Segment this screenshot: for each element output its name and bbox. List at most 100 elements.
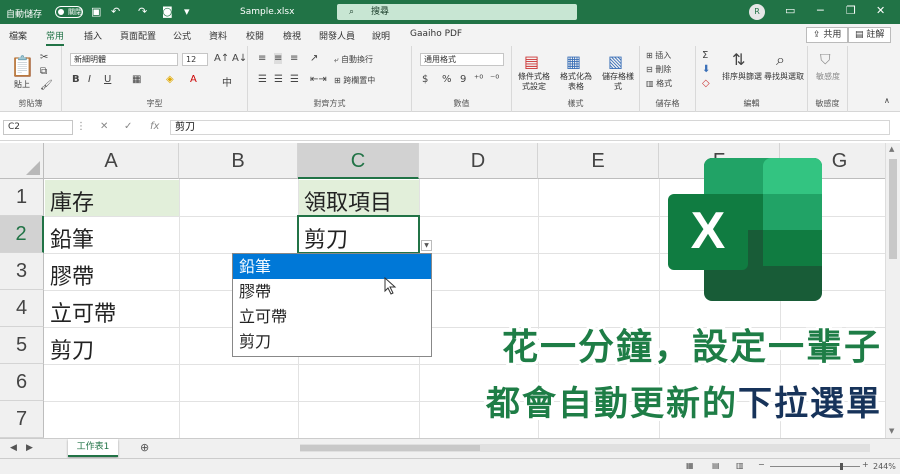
name-box[interactable]: C2 <box>3 120 73 135</box>
row-header-5[interactable]: 5 <box>0 327 44 364</box>
font-size-select[interactable]: 12 <box>182 53 208 66</box>
horizontal-scrollbar[interactable] <box>300 444 870 452</box>
paste-icon[interactable]: 📋 <box>10 54 35 78</box>
wrap-text-button[interactable]: ⤶ 自動換行 <box>334 54 373 65</box>
tab-page-layout[interactable]: 頁面配置 <box>120 29 156 42</box>
select-all-button[interactable] <box>0 143 44 179</box>
format-cells-button[interactable]: ▥ 格式 <box>646 78 672 89</box>
tab-insert[interactable]: 插入 <box>84 29 102 42</box>
collapse-ribbon-icon[interactable]: ∧ <box>884 96 890 105</box>
align-right-icon[interactable]: ☰ <box>290 74 299 85</box>
sheet-tab[interactable]: 工作表1 <box>68 439 118 457</box>
scroll-down-icon[interactable]: ▼ <box>889 427 894 435</box>
sensitivity-button-label[interactable]: 敏感度 <box>810 72 846 82</box>
number-format-select[interactable]: 通用格式 <box>420 53 504 66</box>
indent-icon[interactable]: ⇤⇥ <box>310 74 327 85</box>
tab-help[interactable]: 說明 <box>372 29 390 42</box>
autosum-icon[interactable]: Σ <box>702 50 708 61</box>
dropdown-option[interactable]: 膠帶 <box>233 279 431 304</box>
zoom-out-icon[interactable]: − <box>758 460 765 469</box>
fill-icon[interactable]: ⬇ <box>702 64 710 75</box>
font-name-select[interactable]: 新細明體 <box>70 53 178 66</box>
zoom-slider[interactable] <box>770 463 860 470</box>
percent-button[interactable]: % <box>442 74 452 85</box>
find-select-icon[interactable]: ⌕ <box>776 50 785 70</box>
insert-function-button[interactable]: fx <box>150 121 159 132</box>
camera-icon[interactable]: ◙ <box>162 5 173 19</box>
align-left-icon[interactable]: ☰ <box>258 74 267 85</box>
page-break-view-icon[interactable]: ▥ <box>736 461 744 470</box>
align-top-icon[interactable]: ≡ <box>258 53 266 64</box>
prev-sheet-icon[interactable]: ◀ <box>10 443 17 453</box>
insert-cells-button[interactable]: ⊞ 插入 <box>646 50 671 61</box>
phonetic-icon[interactable]: 中 <box>222 74 232 89</box>
row-header-6[interactable]: 6 <box>0 364 44 401</box>
row-header-2[interactable]: 2 <box>0 216 44 253</box>
avatar[interactable]: R <box>749 4 765 20</box>
column-header-a[interactable]: A <box>44 143 179 179</box>
name-box-dropdown-icon[interactable]: ⋮ <box>76 121 86 132</box>
column-header-e[interactable]: E <box>538 143 659 179</box>
decrease-font-icon[interactable]: A↓ <box>232 53 247 64</box>
paste-button-label[interactable]: 貼上 <box>8 80 36 90</box>
orientation-icon[interactable]: ↗ <box>310 53 318 64</box>
conditional-format-label[interactable]: 條件式格式設定 <box>516 72 552 92</box>
page-layout-view-icon[interactable]: ▤ <box>712 461 720 470</box>
undo-icon[interactable]: ↶ <box>111 5 120 19</box>
normal-view-icon[interactable]: ▦ <box>686 461 694 470</box>
find-select-label[interactable]: 尋找與選取 <box>764 72 804 82</box>
align-center-icon[interactable]: ☰ <box>274 74 283 85</box>
tab-gaaiho-pdf[interactable]: Gaaiho PDF <box>410 29 462 39</box>
merge-center-button[interactable]: ⊞ 跨欄置中 <box>334 75 375 86</box>
conditional-format-icon[interactable]: ▤ <box>524 52 539 71</box>
cell-a3[interactable]: 膠帶 <box>45 259 94 291</box>
dropdown-option[interactable]: 剪刀 <box>233 329 431 354</box>
close-icon[interactable]: ✕ <box>876 4 885 17</box>
column-header-d[interactable]: D <box>419 143 538 179</box>
share-button[interactable]: ⇪ 共用 <box>806 27 849 43</box>
minimize-icon[interactable]: ─ <box>817 4 824 17</box>
cell-styles-label[interactable]: 儲存格樣式 <box>600 72 636 92</box>
sort-filter-icon[interactable]: ⇅ <box>732 50 745 69</box>
decrease-decimal-icon[interactable]: ⁻⁰ <box>490 74 499 85</box>
cell-c1[interactable]: 領取項目 <box>299 185 392 217</box>
search-box[interactable]: ⌕ 搜尋 <box>337 4 577 20</box>
sensitivity-icon[interactable]: ⛉ <box>820 52 831 68</box>
tab-file[interactable]: 檔案 <box>9 29 27 42</box>
row-header-4[interactable]: 4 <box>0 290 44 327</box>
dropdown-option[interactable]: 鉛筆 <box>233 254 431 279</box>
tab-view[interactable]: 檢視 <box>283 29 301 42</box>
zoom-in-icon[interactable]: + <box>862 460 869 469</box>
delete-cells-button[interactable]: ⊟ 刪除 <box>646 64 671 75</box>
align-middle-icon[interactable]: ≡ <box>274 53 283 64</box>
tab-review[interactable]: 校閱 <box>246 29 264 42</box>
fill-color-icon[interactable]: ◈ <box>166 74 174 85</box>
cut-icon[interactable]: ✂ <box>40 52 48 63</box>
horizontal-scrollbar-thumb[interactable] <box>300 445 480 451</box>
scroll-up-icon[interactable]: ▲ <box>889 145 894 153</box>
cell-styles-icon[interactable]: ▧ <box>608 52 623 71</box>
format-table-label[interactable]: 格式化為表格 <box>558 72 594 92</box>
increase-decimal-icon[interactable]: ⁺⁰ <box>474 74 483 85</box>
currency-icon[interactable]: $ <box>422 74 428 85</box>
bold-button[interactable]: B <box>72 74 80 85</box>
format-table-icon[interactable]: ▦ <box>566 52 581 71</box>
cell-a2[interactable]: 鉛筆 <box>45 222 94 254</box>
copy-icon[interactable]: ⧉ <box>40 66 47 77</box>
redo-icon[interactable]: ↷ <box>138 5 147 19</box>
tab-data[interactable]: 資料 <box>209 29 227 42</box>
dropdown-arrow-icon[interactable]: ▼ <box>421 240 432 251</box>
dropdown-option[interactable]: 立可帶 <box>233 304 431 329</box>
row-header-1[interactable]: 1 <box>0 179 44 216</box>
add-sheet-icon[interactable]: ⊕ <box>140 441 149 454</box>
tab-developer[interactable]: 開發人員 <box>319 29 355 42</box>
tab-home[interactable]: 常用 <box>46 29 65 46</box>
italic-button[interactable]: I <box>88 74 91 85</box>
customize-toolbar-icon[interactable]: ▾ <box>184 5 190 19</box>
align-bottom-icon[interactable]: ≡ <box>290 53 298 64</box>
enter-icon[interactable]: ✓ <box>124 121 132 132</box>
scrollbar-thumb[interactable] <box>889 159 897 259</box>
clear-icon[interactable]: ◇ <box>702 78 710 89</box>
autosave-toggle[interactable]: 關閉 <box>55 6 83 18</box>
sort-filter-label[interactable]: 排序與篩選 <box>722 72 762 82</box>
